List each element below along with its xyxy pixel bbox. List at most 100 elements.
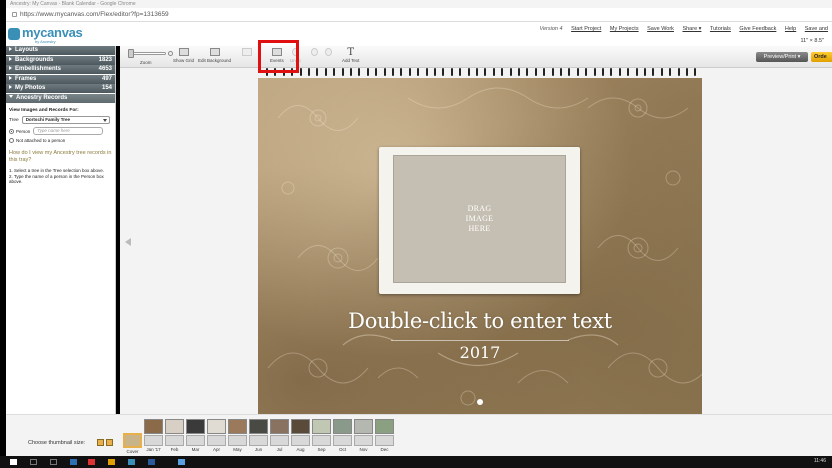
thumbnail-label: Mar <box>191 447 200 452</box>
thumbnail-size-small-button[interactable] <box>97 439 104 446</box>
mail-icon[interactable] <box>148 459 155 465</box>
photo-drop-zone[interactable]: DRAG IMAGE HERE <box>393 155 566 283</box>
chevron-right-icon <box>9 47 12 52</box>
order-button[interactable]: Orde <box>811 52 832 62</box>
thumbnail-jan-17[interactable]: Jan '17 <box>144 419 163 452</box>
not-attached-row: Not attached to a person <box>9 138 112 143</box>
search-icon[interactable] <box>30 459 37 465</box>
binding-ring <box>686 68 688 76</box>
sidebar-item-my-photos[interactable]: My Photos 154 <box>6 84 115 93</box>
sidebar-item-ancestry-records[interactable]: Ancestry Records <box>6 93 115 103</box>
sidebar-item-layouts[interactable]: Layouts <box>6 46 115 55</box>
nav-save-and[interactable]: Save and <box>805 26 828 32</box>
show-grid-label: Show Grid <box>173 58 195 63</box>
task-view-icon[interactable] <box>50 459 57 465</box>
add-text-label: Add Text <box>342 58 360 63</box>
zoom-slider-handle[interactable] <box>128 49 134 58</box>
binding-ring <box>375 68 378 76</box>
thumbnail-jul[interactable]: Jul <box>270 419 289 452</box>
sidebar-item-count: 497 <box>101 75 112 82</box>
add-text-button[interactable]: T Add Text <box>342 48 360 64</box>
thumbnail-month-grid <box>291 435 310 446</box>
sidebar-item-embellishments[interactable]: Embellishments 4653 <box>6 65 115 74</box>
mycanvas-logo[interactable]: mycanvas by Ancestry <box>8 25 108 45</box>
thumbnail-mar[interactable]: Mar <box>186 419 205 452</box>
logo-sub: by Ancestry <box>35 39 56 44</box>
binding-ring <box>568 68 571 76</box>
drag-line-3: HERE <box>468 224 491 233</box>
thumbnail-label: May <box>233 447 242 452</box>
thumbnail-oct[interactable]: Oct <box>333 419 352 452</box>
redo-button[interactable] <box>311 48 318 58</box>
title-divider <box>391 340 569 341</box>
drag-line-2: IMAGE <box>465 214 494 223</box>
file-explorer-icon[interactable] <box>108 459 115 465</box>
person-input[interactable]: Type name here <box>33 127 104 135</box>
chrome-icon[interactable] <box>88 459 95 465</box>
zoom-label: Zoom <box>140 60 152 65</box>
nav-help[interactable]: Help <box>785 26 796 32</box>
binding-ring <box>299 68 302 76</box>
nav-start-project[interactable]: Start Project <box>571 26 601 32</box>
not-attached-radio[interactable] <box>9 138 14 143</box>
binding-ring <box>560 68 562 76</box>
help-link[interactable]: How do I view my Ancestry tree records i… <box>9 150 112 163</box>
crop-button[interactable] <box>242 48 252 58</box>
thumbnail-cover[interactable]: Cover <box>123 433 142 454</box>
edge-icon[interactable] <box>70 459 77 465</box>
thumbnail-aug[interactable]: Aug <box>291 419 310 452</box>
nav-share[interactable]: Share ▾ <box>682 26 701 32</box>
binding-ring <box>442 68 445 76</box>
thumbnail-may[interactable]: May <box>228 419 247 452</box>
binding-ring <box>610 68 613 76</box>
sidebar-item-count: 1823 <box>98 56 112 63</box>
calendar-page[interactable]: DRAG IMAGE HERE Double-click to enter te… <box>258 78 702 414</box>
thumbnail-sep[interactable]: Sep <box>312 419 331 452</box>
thumbnail-dec[interactable]: Dec <box>375 419 394 452</box>
binding-ring <box>350 68 352 76</box>
address-bar[interactable]: https://www.mycanvas.com/Flex/editor?fp=… <box>6 8 832 22</box>
photo-frame[interactable]: DRAG IMAGE HERE <box>370 147 589 294</box>
calendar-title-text[interactable]: Double-click to enter text <box>258 309 702 333</box>
nav-tutorials[interactable]: Tutorials <box>710 26 731 32</box>
binding-ring <box>316 68 319 76</box>
thumbnail-month-grid <box>249 435 268 446</box>
nav-give-feedback[interactable]: Give Feedback <box>739 26 776 32</box>
thumbnail-image <box>375 419 394 434</box>
zoom-slider-track[interactable] <box>130 52 166 55</box>
calendar-year-text[interactable]: 2017 <box>258 343 702 362</box>
nav-save-work[interactable]: Save Work <box>647 26 674 32</box>
thumbnail-jun[interactable]: Jun <box>249 419 268 452</box>
edit-background-button[interactable]: Edit Background <box>198 48 231 63</box>
binding-ring <box>593 68 596 76</box>
redo-all-button[interactable] <box>325 48 332 58</box>
thumbnail-label: Dec <box>380 447 389 452</box>
tree-select-value: Dortschi Family Tree <box>25 117 70 122</box>
screen: Ancestry: My Canvas - Blank Calendar - G… <box>0 0 832 468</box>
thumbnail-size-large-button[interactable] <box>106 439 113 446</box>
previous-page-arrow-icon[interactable] <box>125 238 131 246</box>
nav-my-projects[interactable]: My Projects <box>610 26 639 32</box>
events-button[interactable]: Events <box>270 48 284 63</box>
binding-ring <box>291 68 294 76</box>
sidebar-item-frames[interactable]: Frames 497 <box>6 74 115 84</box>
windows-start-icon[interactable] <box>10 459 17 465</box>
thumbnail-feb[interactable]: Feb <box>165 419 184 452</box>
undo-button[interactable]: Undo <box>290 48 301 63</box>
tree-select[interactable]: Dortschi Family Tree <box>21 116 110 124</box>
browser-titlebar: Ancestry: My Canvas - Blank Calendar - G… <box>6 0 832 8</box>
person-radio[interactable] <box>9 128 14 134</box>
preview-print-button[interactable]: Preview/Print ▾ <box>756 52 808 62</box>
app-icon[interactable] <box>178 459 185 465</box>
thumbnail-nov[interactable]: Nov <box>354 419 373 452</box>
binding-ring <box>408 68 411 76</box>
binding-ring <box>526 68 529 76</box>
thumbnail-apr[interactable]: Apr <box>207 419 226 452</box>
thumbnail-label: Jul <box>276 447 283 452</box>
store-icon[interactable] <box>128 459 135 465</box>
sidebar-item-backgrounds[interactable]: Backgrounds 1823 <box>6 55 115 65</box>
show-grid-button[interactable]: Show Grid <box>173 48 194 63</box>
edit-background-label: Edit Background <box>198 58 232 63</box>
binding-ring <box>383 68 386 76</box>
url-text: https://www.mycanvas.com/Flex/editor?fp=… <box>20 11 169 18</box>
